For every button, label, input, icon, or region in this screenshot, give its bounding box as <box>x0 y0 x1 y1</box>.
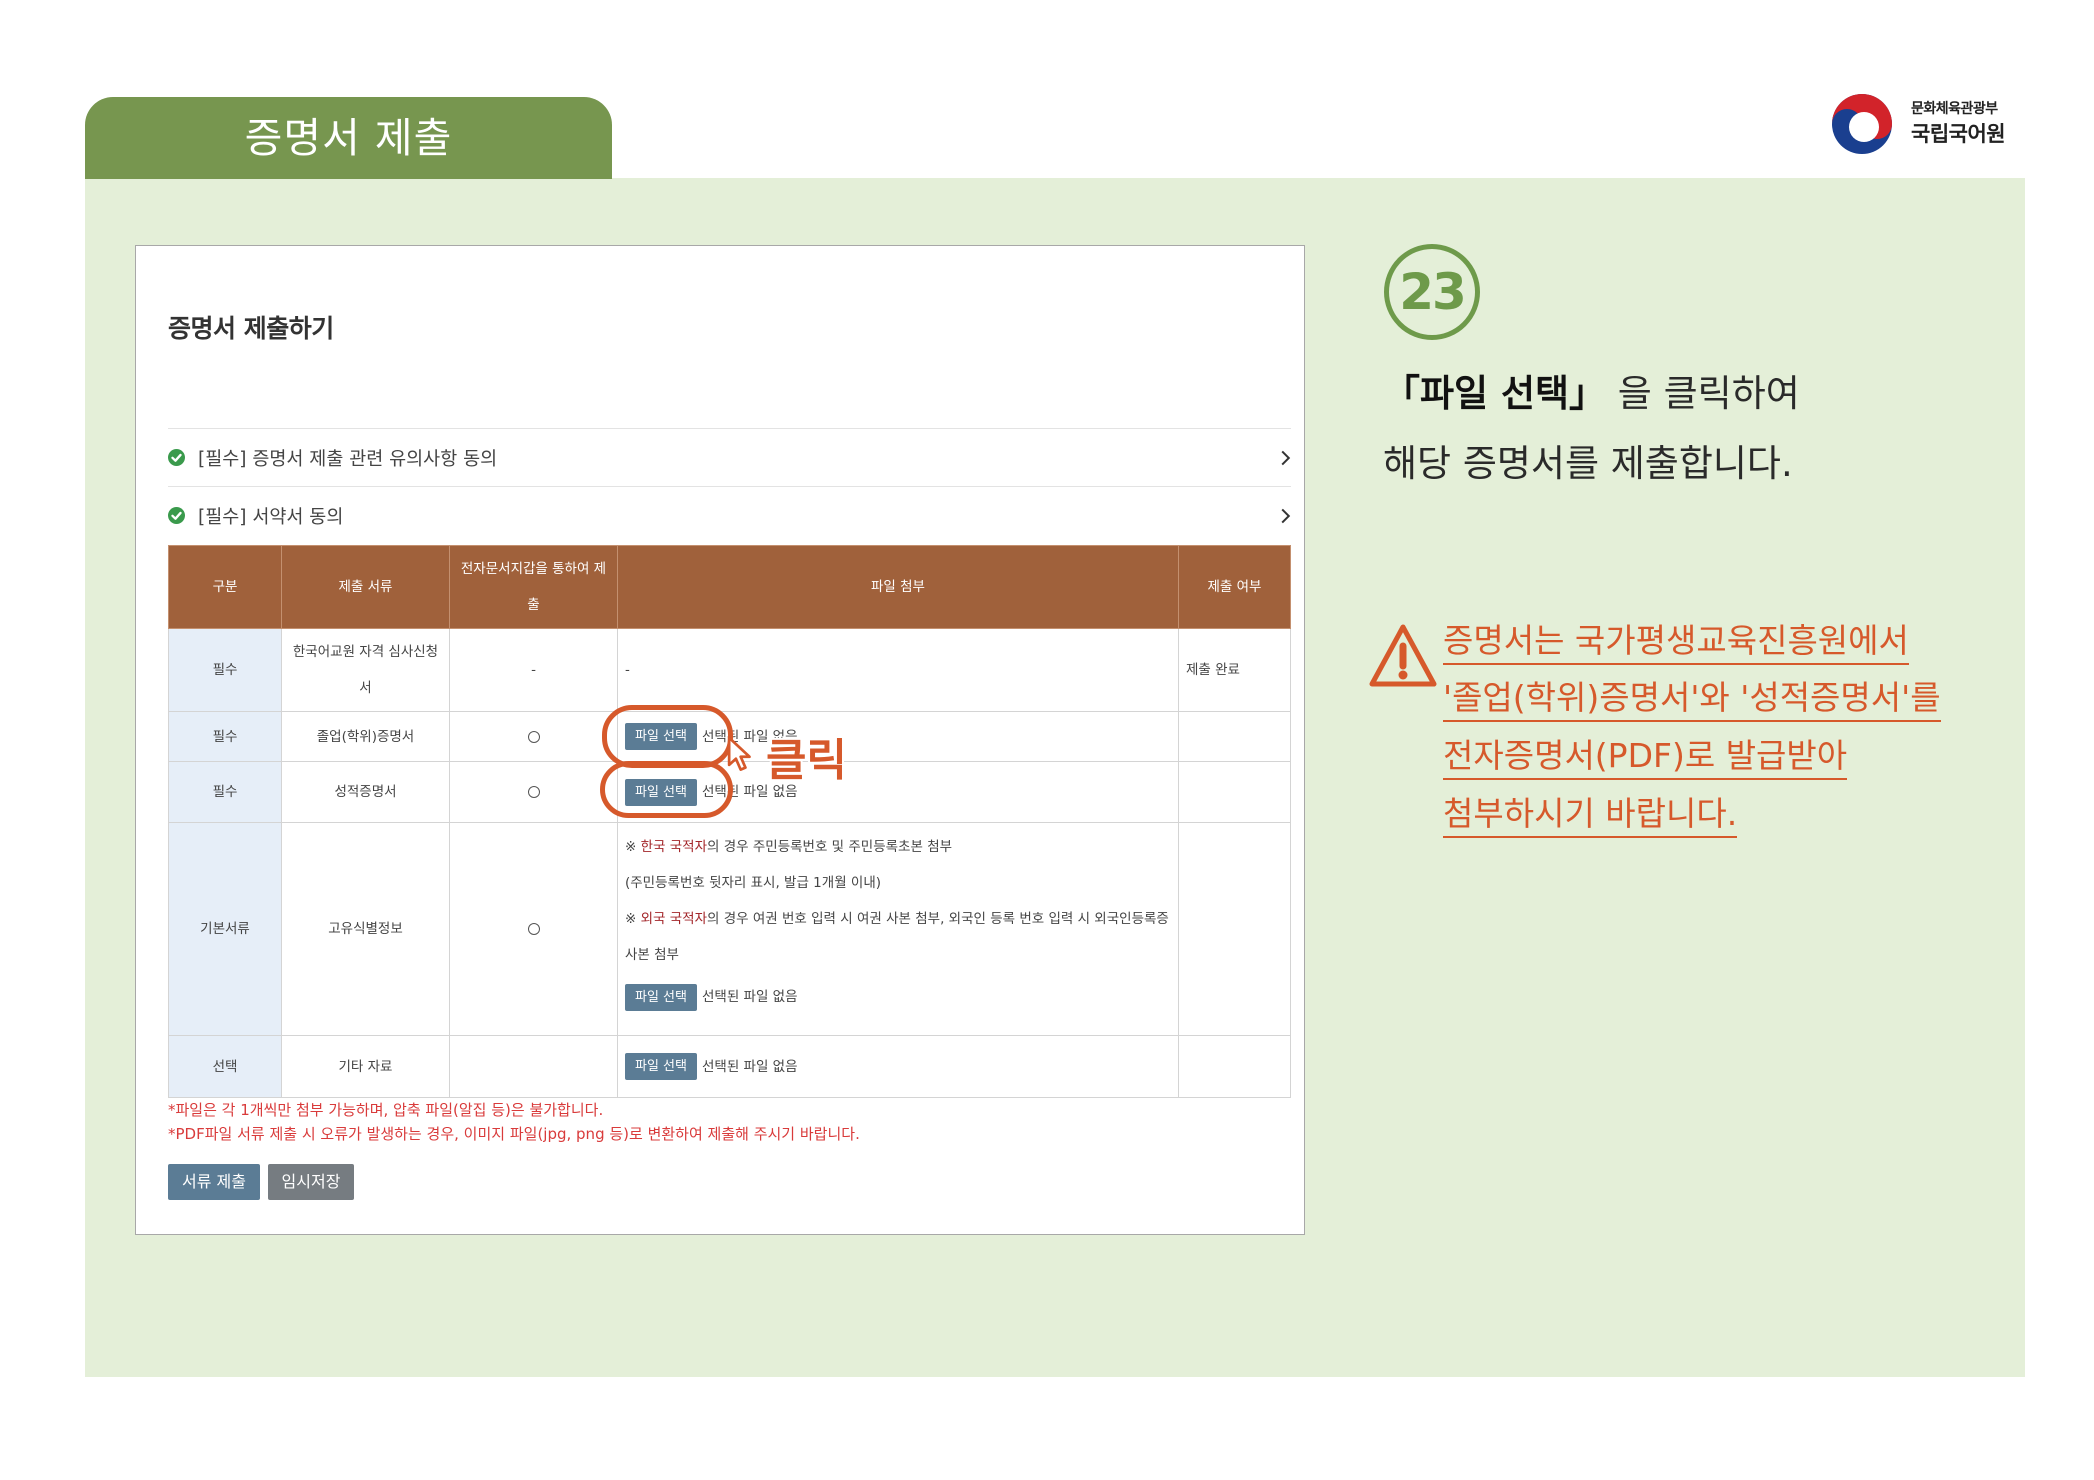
instruction-line-1: 「파일 선택」 을 클릭하여 <box>1383 371 1800 417</box>
submit-documents-button[interactable]: 서류 제출 <box>168 1164 260 1200</box>
row-document: 기타 자료 <box>281 1035 450 1098</box>
chevron-right-icon[interactable] <box>1280 449 1291 467</box>
step-number: 23 <box>1399 263 1467 321</box>
save-draft-button[interactable]: 임시저장 <box>268 1164 354 1200</box>
screenshot-card: 증명서 제출하기 [필수] 증명서 제출 관련 유의사항 동의 [필수] 서약서… <box>135 245 1305 1235</box>
notice-list: *파일은 각 1개씩만 첨부 가능하며, 압축 파일(알집 등)은 불가합니다.… <box>168 1098 860 1146</box>
table-row: 선택 기타 자료 파일 선택 선택된 파일 없음 <box>168 1035 1291 1098</box>
row-status <box>1178 1035 1291 1098</box>
row-wallet <box>449 822 618 1036</box>
warning-triangle-icon <box>1369 624 1437 687</box>
caution-text: 첨부하시기 바랍니다. <box>1443 794 1738 838</box>
wallet-radio[interactable] <box>527 730 540 743</box>
note-korean-nationals: ※ 한국 국적자의 경우 주민등록번호 및 주민등록초본 첨부 <box>625 829 1171 865</box>
wallet-radio[interactable] <box>527 923 540 935</box>
column-header-wallet: 전자문서지갑을 통하여 제출 <box>449 545 618 629</box>
row-document: 한국어교원 자격 심사신청서 <box>281 628 450 712</box>
row-document: 졸업(학위)증명서 <box>281 711 450 762</box>
logo: 문화체육관광부 국립국어원 <box>1831 92 2021 156</box>
check-circle-icon <box>168 449 185 466</box>
note-text: 의 경우 여권 번호 입력 시 여권 사본 첨부, 외국인 등록 번호 입력 시… <box>625 911 1169 963</box>
caution-line: '졸업(학위)증명서'와 '성적증명서'를 <box>1443 676 1941 722</box>
file-status: 선택된 파일 없음 <box>701 989 798 1005</box>
notice-line: *파일은 각 1개씩만 첨부 가능하며, 압축 파일(알집 등)은 불가합니다. <box>168 1101 604 1119</box>
row-category: 필수 <box>168 628 282 712</box>
row-attachment: - <box>617 628 1179 712</box>
wallet-radio[interactable] <box>527 786 540 798</box>
note-text: 의 경우 주민등록번호 및 주민등록초본 첨부 <box>707 839 953 855</box>
agreement-label: [필수] 서약서 동의 <box>198 506 344 528</box>
caution-line: 전자증명서(PDF)로 발급받아 <box>1443 734 1848 780</box>
column-header-attachment: 파일 첨부 <box>617 545 1179 629</box>
government-emblem-icon <box>1832 94 1892 154</box>
row-attachment: ※ 한국 국적자의 경우 주민등록번호 및 주민등록초본 첨부 (주민등록번호 … <box>617 822 1179 1036</box>
instruction-line-2: 해당 증명서를 제출합니다. <box>1383 442 1793 485</box>
click-annotation: 클릭 <box>766 735 847 786</box>
column-header-category: 구분 <box>168 545 282 629</box>
caution-text: 전자증명서(PDF)로 발급받아 <box>1443 736 1848 780</box>
column-header-document: 제출 서류 <box>281 545 450 629</box>
caution-line: 증명서는 국가평생교육진흥원에서 <box>1443 619 1909 665</box>
logo-institute-name: 국립국어원 <box>1911 122 2006 146</box>
agreement-label: [필수] 증명서 제출 관련 유의사항 동의 <box>198 448 498 470</box>
step-number-badge: 23 <box>1384 244 1480 340</box>
section-title-tab: 증명서 제출 <box>85 97 612 179</box>
agreement-item-pledge[interactable]: [필수] 서약서 동의 <box>168 486 1291 544</box>
note-highlight: 외국 국적자 <box>640 911 708 927</box>
row-wallet <box>449 761 618 823</box>
agreement-item-precautions[interactable]: [필수] 증명서 제출 관련 유의사항 동의 <box>168 428 1291 486</box>
row-attachment: 파일 선택 선택된 파일 없음 <box>617 1035 1179 1098</box>
caution-text: '졸업(학위)증명서'와 '성적증명서'를 <box>1443 678 1941 722</box>
file-status: 선택된 파일 없음 <box>701 1058 798 1075</box>
row-document: 고유식별정보 <box>281 822 450 1036</box>
note-mark: ※ <box>625 911 641 927</box>
file-input: 파일 선택 선택된 파일 없음 <box>625 984 1171 1012</box>
file-select-button[interactable]: 파일 선택 <box>625 984 697 1011</box>
row-category: 필수 <box>168 711 282 762</box>
row-status <box>1178 761 1291 823</box>
row-status <box>1178 711 1291 762</box>
instruction-emphasis: 「파일 선택」 <box>1383 372 1607 415</box>
mouse-pointer-icon <box>727 736 751 771</box>
row-status: 제출 완료 <box>1178 628 1291 712</box>
row-wallet <box>449 1035 618 1098</box>
table-row: 필수 한국어교원 자격 심사신청서 - - 제출 완료 <box>168 628 1291 712</box>
row-document: 성적증명서 <box>281 761 450 823</box>
form-heading: 증명서 제출하기 <box>168 314 334 343</box>
table-row: 기본서류 고유식별정보 ※ 한국 국적자의 경우 주민등록번호 및 주민등록초본… <box>168 822 1291 1036</box>
note-foreign-nationals: ※ 외국 국적자의 경우 여권 번호 입력 시 여권 사본 첨부, 외국인 등록… <box>625 901 1171 973</box>
agreement-list: [필수] 증명서 제출 관련 유의사항 동의 [필수] 서약서 동의 <box>168 428 1291 544</box>
file-select-button[interactable]: 파일 선택 <box>625 1053 697 1080</box>
highlight-oval <box>600 761 733 818</box>
notice-line: *PDF파일 서류 제출 시 오류가 발생하는 경우, 이미지 파일(jpg, … <box>168 1125 860 1143</box>
row-wallet: - <box>449 628 618 712</box>
highlight-oval <box>602 705 733 768</box>
caution-line: 첨부하시기 바랍니다. <box>1443 792 1738 838</box>
check-circle-icon <box>168 507 185 524</box>
note-highlight: 한국 국적자 <box>640 839 708 855</box>
logo-ministry-name: 문화체육관광부 <box>1911 101 1998 117</box>
table-header-row: 구분 제출 서류 전자문서지갑을 통하여 제출 파일 첨부 제출 여부 <box>168 545 1291 629</box>
chevron-right-icon[interactable] <box>1280 507 1291 525</box>
column-header-status: 제출 여부 <box>1178 545 1291 629</box>
caution-text: 증명서는 국가평생교육진흥원에서 <box>1443 621 1909 665</box>
document-table: 구분 제출 서류 전자문서지갑을 통하여 제출 파일 첨부 제출 여부 필수 한… <box>168 545 1291 1098</box>
page-title: 증명서 제출 <box>244 113 453 162</box>
row-category: 선택 <box>168 1035 282 1098</box>
row-category: 필수 <box>168 761 282 823</box>
row-status <box>1178 822 1291 1036</box>
note-mark: ※ <box>625 839 641 855</box>
note-id-number-detail: (주민등록번호 뒷자리 표시, 발급 1개월 이내) <box>625 875 882 891</box>
instruction-text: 을 클릭하여 <box>1606 372 1800 415</box>
row-wallet <box>449 711 618 762</box>
row-category: 기본서류 <box>168 822 282 1036</box>
